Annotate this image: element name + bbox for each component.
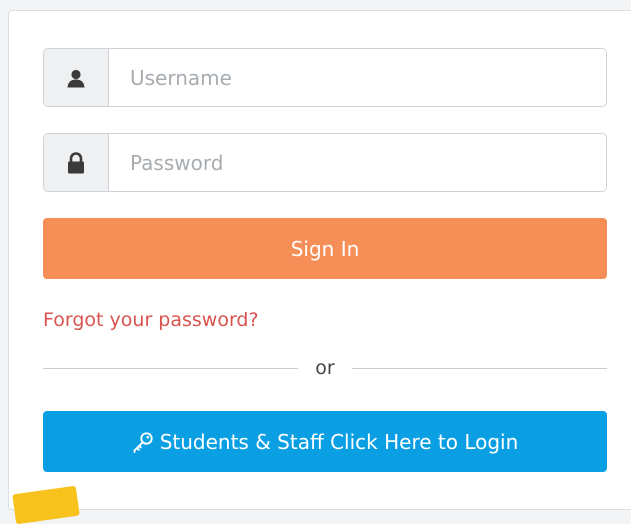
divider-line-right: [351, 367, 607, 369]
password-group: [43, 133, 607, 192]
sign-in-label: Sign In: [290, 236, 360, 261]
user-icon: [67, 69, 85, 87]
forgot-password-link[interactable]: Forgot your password?: [43, 309, 259, 331]
divider-line-left: [43, 367, 299, 369]
login-card: Sign In Forgot your password? or Student…: [8, 10, 631, 510]
or-divider: or: [43, 354, 607, 382]
sso-login-label: Students & Staff Click Here to Login: [159, 429, 519, 454]
lock-icon: [68, 151, 84, 173]
user-icon-addon: [44, 49, 109, 106]
lock-icon-addon: [44, 134, 109, 191]
sso-login-button[interactable]: Students & Staff Click Here to Login: [43, 411, 607, 472]
password-input[interactable]: [109, 134, 606, 191]
username-input[interactable]: [109, 49, 606, 106]
sign-in-button[interactable]: Sign In: [43, 218, 607, 279]
key-icon: [133, 431, 153, 453]
divider-label: or: [315, 357, 335, 379]
username-group: [43, 48, 607, 107]
